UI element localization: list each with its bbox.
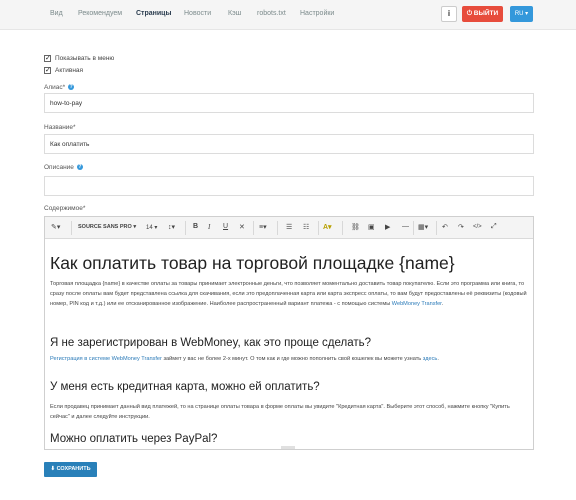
show-in-menu-label: Показывать в меню [55, 55, 115, 62]
eraser-icon[interactable]: ✕ [239, 223, 245, 231]
table-icon[interactable]: ▦▾ [418, 223, 428, 231]
help-icon[interactable]: ? [68, 84, 75, 91]
content-intro: Торговая площадка {name} в качестве опла… [50, 281, 527, 307]
heading-card: У меня есть кредитная карта, можно ей оп… [50, 381, 320, 393]
title-input[interactable]: Как оплатить [44, 134, 534, 154]
heading-webmoney: Я не зарегистрирован в WebMoney, как это… [50, 337, 372, 349]
webmoney-paragraph: Регистрация в системе WebMoney Transfer … [50, 356, 439, 362]
font-family-select[interactable]: SOURCE SANS PRO ▾ [78, 224, 136, 230]
language-label: RU [514, 11, 524, 17]
redo-icon[interactable]: ↷ [458, 223, 464, 231]
logout-button[interactable]: ⏻ ВЫЙТИ [462, 6, 503, 22]
language-dropdown[interactable]: RU ▾ [510, 6, 533, 22]
magic-icon[interactable]: ✎▾ [51, 223, 60, 231]
line-height-icon[interactable]: ↕▾ [168, 223, 175, 231]
topup-link[interactable]: здесь [423, 356, 438, 362]
save-label: СОХРАНИТЬ [56, 466, 91, 472]
ordered-list-icon[interactable]: ☷ [303, 223, 309, 231]
save-button[interactable]: ⬇ СОХРАНИТЬ [44, 462, 97, 477]
code-view-icon[interactable]: </> [473, 224, 482, 230]
help-icon[interactable]: ? [76, 164, 83, 171]
caret-down-icon: ▾ [525, 11, 529, 17]
power-icon: ⏻ [466, 10, 474, 17]
paragraph-icon[interactable]: ≡▾ [259, 223, 267, 231]
undo-icon[interactable]: ↶ [442, 223, 448, 231]
font-size-select[interactable]: 14 ▾ [146, 224, 157, 231]
color-icon[interactable]: A▾ [323, 223, 332, 231]
card-paragraph: Если продавец принимает данный вид плате… [50, 404, 510, 420]
underline-icon[interactable]: U [223, 223, 228, 230]
logout-label: ВЫЙТИ [473, 10, 499, 17]
editor-toolbar: ✎▾ SOURCE SANS PRO ▾ 14 ▾ ↕▾ B I U ✕ ≡▾ … [45, 217, 533, 239]
info-icon: i [447, 9, 451, 18]
nav-view[interactable]: Вид [50, 10, 63, 17]
hr-icon[interactable]: — [402, 223, 409, 230]
content-heading: Как оплатить товар на торговой площадке … [50, 253, 455, 273]
nav-robots[interactable]: robots.txt [257, 10, 286, 17]
fullscreen-icon[interactable]: ⤢ [491, 223, 497, 231]
top-navbar: Вид Рекомендуем Страницы Новости Кэш rob… [0, 0, 576, 30]
description-input[interactable] [44, 176, 534, 196]
active-label: Активная [55, 67, 84, 74]
title-label: Название* [44, 124, 76, 131]
show-in-menu-checkbox[interactable]: ✓ [44, 55, 51, 62]
unordered-list-icon[interactable]: ☰ [286, 223, 292, 231]
video-icon[interactable]: ▶ [385, 223, 390, 231]
heading-paypal: Можно оплатить через PayPal? [50, 433, 218, 445]
nav-settings[interactable]: Настройки [300, 10, 334, 17]
italic-icon[interactable]: I [208, 223, 210, 231]
active-checkbox[interactable]: ✓ [44, 67, 51, 74]
nav-cache[interactable]: Кэш [228, 10, 241, 17]
webmoney-link[interactable]: WebMoney Transfer [392, 301, 442, 307]
description-label: Описание? [44, 164, 83, 171]
info-button[interactable]: i [441, 6, 457, 22]
nav-recommended[interactable]: Рекомендуем [78, 10, 122, 17]
rich-text-editor[interactable]: ✎▾ SOURCE SANS PRO ▾ 14 ▾ ↕▾ B I U ✕ ≡▾ … [44, 216, 534, 450]
link-icon[interactable]: ⛓ [351, 223, 360, 231]
webmoney-register-link[interactable]: Регистрация в системе WebMoney Transfer [50, 356, 162, 362]
alias-input[interactable]: how-to-pay [44, 93, 534, 113]
alias-label: Алиас*? [44, 84, 75, 91]
content-label: Содержимое* [44, 205, 86, 212]
image-icon[interactable]: ▣ [368, 223, 375, 231]
nav-pages[interactable]: Страницы [136, 10, 171, 17]
bold-icon[interactable]: B [193, 223, 198, 230]
resize-handle[interactable] [281, 446, 295, 449]
nav-news[interactable]: Новости [184, 10, 211, 17]
